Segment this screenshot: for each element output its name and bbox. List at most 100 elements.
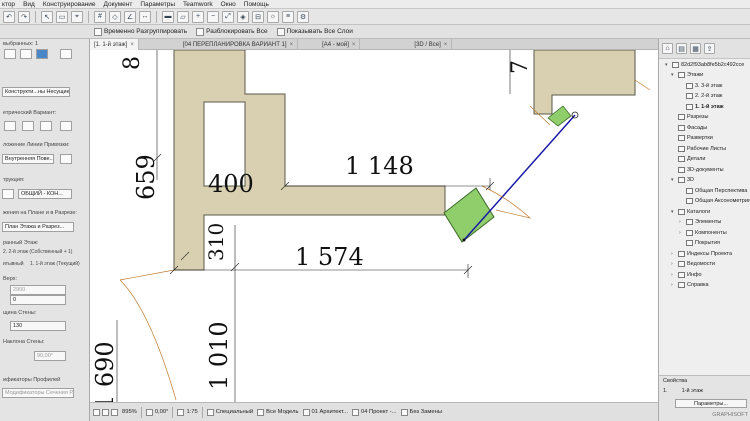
wall-shape-icon[interactable] (60, 49, 72, 59)
tab-layout-variant[interactable]: [04 ПЕРЕПЛАНИРОВКА ВАРИАНТ 1] × (179, 39, 299, 50)
show-all-layers-button[interactable]: Показывать Все Слои (274, 26, 356, 37)
expand-icon[interactable]: › (679, 219, 684, 225)
grid-icon[interactable]: # (94, 10, 106, 23)
close-icon[interactable]: × (290, 42, 294, 48)
tree-item[interactable]: 2. 2-й этаж (679, 93, 723, 99)
expand-icon[interactable]: › (671, 282, 676, 288)
tree-item[interactable]: ▾ Каталоги (671, 208, 710, 215)
menu-item-editor[interactable]: ктор (2, 1, 15, 8)
tree-item[interactable]: › Элементы (679, 219, 721, 225)
arrow-tool-icon[interactable]: ↖ (41, 10, 53, 23)
flip-icon[interactable] (60, 154, 72, 164)
section-icon[interactable]: ⊟ (252, 10, 264, 23)
settings-dialog-icon[interactable] (36, 49, 48, 59)
scale-readout[interactable]: 1:75 (177, 408, 198, 416)
menu-item-help[interactable]: Помощь (244, 1, 269, 8)
close-icon[interactable]: × (130, 42, 134, 48)
layers-icon[interactable]: ≡ (282, 10, 294, 23)
curved-wall-icon[interactable] (60, 121, 72, 131)
expand-icon[interactable]: › (671, 261, 676, 267)
guide-icon[interactable]: ∠ (124, 10, 136, 23)
wall-type-icon[interactable] (4, 49, 16, 59)
slab-tool-icon[interactable]: ▱ (177, 10, 189, 23)
expand-icon[interactable]: ▾ (671, 209, 676, 215)
pen-set-select[interactable]: 01 Архитект... (302, 408, 348, 416)
3d-view-icon[interactable]: ◈ (237, 10, 249, 23)
layer-combo-select[interactable]: Специальный (206, 408, 253, 416)
tree-item[interactable]: Детали (671, 156, 705, 162)
back-icon[interactable] (93, 408, 100, 416)
layout-book-icon[interactable]: ▦ (690, 43, 701, 54)
zoom-in-icon[interactable]: + (192, 10, 204, 23)
menu-item-view[interactable]: Вид (23, 1, 35, 8)
redo-icon[interactable]: ↷ (18, 10, 30, 23)
tree-item[interactable]: Покрытия (679, 240, 720, 246)
thickness-input[interactable]: 130 (10, 321, 66, 331)
temp-ungroup-button[interactable]: Временно Разгруппировать (91, 26, 190, 37)
tree-item[interactable]: ▾ Этажи (671, 72, 703, 78)
expand-icon[interactable]: ▾ (671, 177, 676, 183)
floor-plan-canvas[interactable]: 659 400 1 148 310 1 574 1 010 1 690 8 7 (90, 50, 658, 402)
forward-icon[interactable] (102, 408, 109, 416)
menu-item-teamwork[interactable]: Teamwork (183, 1, 213, 8)
parameters-button[interactable]: Параметры... (675, 399, 747, 408)
reference-line[interactable] (463, 114, 576, 241)
angle-readout[interactable]: 0,00° (145, 408, 168, 416)
top-link-value[interactable]: 1. 1-й этаж (Текущий) (30, 261, 80, 267)
close-icon[interactable]: × (352, 42, 356, 48)
unlock-all-button[interactable]: Разблокировать Все (193, 26, 270, 37)
tree-item[interactable]: › Инфо (671, 271, 702, 278)
composite-icon[interactable] (2, 189, 14, 199)
tree-item[interactable]: Общая Аксонометрия (679, 198, 750, 204)
tab-floor-1[interactable]: [1. 1-й этаж] × (90, 39, 139, 50)
tree-item[interactable]: › Индексы Проекта (671, 250, 732, 257)
favorites-icon[interactable] (20, 49, 32, 59)
tree-item[interactable]: ▾ 3D (671, 177, 694, 183)
home-story-value[interactable]: 2. 2-й этаж (Собственный + 1) (3, 249, 72, 255)
tab-a4[interactable]: [А4 - мой] × (318, 39, 361, 50)
zoom-icon[interactable] (111, 408, 118, 416)
tree-item[interactable]: 3D-документы (671, 166, 724, 173)
tree-item[interactable]: › Справка (671, 282, 709, 288)
fit-window-icon[interactable]: ⤢ (222, 10, 234, 23)
nav-arrows[interactable] (93, 408, 118, 416)
wall-tool-icon[interactable]: ▬ (162, 10, 174, 23)
menu-item-options[interactable]: Параметры (140, 1, 175, 8)
tab-3d[interactable]: [3D / Все] × (410, 39, 453, 50)
renovation-select[interactable]: 04 Проект -... (351, 408, 397, 416)
trapezoid-wall-icon[interactable] (22, 121, 34, 131)
slant-input[interactable]: 90,00° (34, 351, 66, 361)
plan-section-select[interactable]: План Этажа и Разрез... (2, 222, 74, 232)
menu-item-design[interactable]: Конструирование (43, 1, 96, 8)
reference-line-select[interactable]: Внутренняя Пове... (2, 154, 54, 164)
tree-item[interactable]: Развертки (671, 135, 713, 141)
render-icon[interactable]: ☼ (267, 10, 279, 23)
graphic-override-select[interactable]: Без Замены (400, 408, 442, 416)
profile-modifiers-select[interactable]: Модификаторы Сечения Р... (2, 388, 74, 398)
expand-icon[interactable]: › (679, 230, 684, 236)
undo-icon[interactable]: ↶ (3, 10, 15, 23)
tree-item[interactable]: Фасады (671, 124, 707, 131)
straight-wall-icon[interactable] (4, 121, 16, 131)
zoom-readout[interactable]: 895% (122, 409, 137, 415)
tree-item[interactable]: Рабочие Листы (671, 145, 726, 152)
menu-item-document[interactable]: Документ (104, 1, 133, 8)
polygon-wall-icon[interactable] (40, 121, 52, 131)
menu-item-window[interactable]: Окно (221, 1, 236, 8)
tree-item[interactable]: 3. 3-й этаж (679, 82, 723, 89)
marquee-tool-icon[interactable]: ▭ (56, 10, 68, 23)
tree-item[interactable]: Общая Перспектива (679, 187, 747, 194)
tree-item[interactable]: › Компоненты (679, 229, 727, 236)
tree-root[interactable]: ▾ 82d2f93ab8fe5b2c492cce (665, 62, 744, 68)
tree-item[interactable]: › Ведомости (671, 261, 715, 267)
close-icon[interactable]: × (444, 42, 448, 48)
height-input[interactable]: 2900 (10, 285, 66, 295)
settings-icon[interactable]: ⚙ (297, 10, 309, 23)
measure-icon[interactable]: ↔ (139, 10, 151, 23)
offset-input[interactable]: 0 (10, 295, 66, 305)
snap-icon[interactable]: ◇ (109, 10, 121, 23)
wall-top-right[interactable] (533, 50, 636, 115)
zoom-out-icon[interactable]: − (207, 10, 219, 23)
project-map-icon[interactable]: ⌂ (662, 43, 673, 54)
model-view-select[interactable]: Все Модель (257, 408, 299, 416)
